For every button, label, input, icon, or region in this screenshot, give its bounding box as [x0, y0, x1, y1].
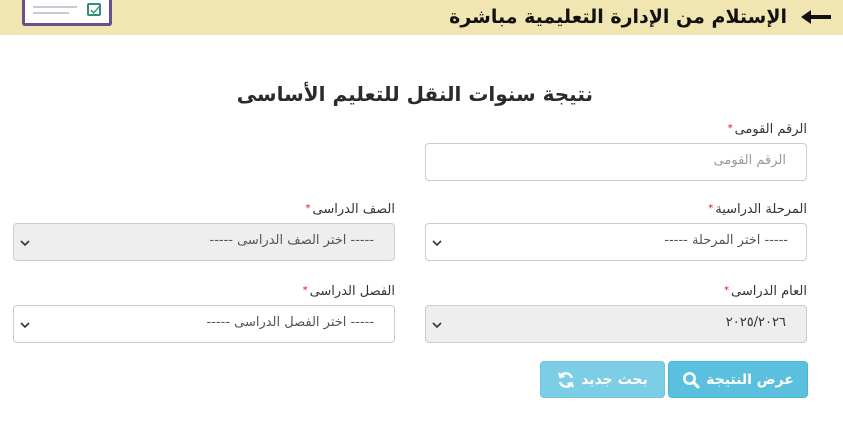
page: الإستلام من الإدارة التعليمية مباشرة نتي…	[0, 0, 843, 430]
grade-select-value: ----- اختر الصف الدراسى -----	[209, 233, 375, 248]
chevron-down-icon	[20, 240, 30, 247]
year-label: العام الدراسى*	[724, 284, 807, 299]
class-label: الفصل الدراسى*	[303, 284, 395, 299]
form-title: نتيجة سنوات النقل للتعليم الأساسى	[236, 82, 593, 106]
arrow-left-icon	[801, 10, 831, 24]
year-select[interactable]: ٢٠٢٥/٢٠٢٦	[425, 305, 807, 343]
chevron-down-icon	[432, 322, 442, 329]
required-mark: *	[302, 285, 308, 296]
checklist-logo-icon	[22, 0, 112, 26]
stage-label: المرحلة الدراسية*	[708, 202, 807, 217]
class-label-text: الفصل الدراسى	[309, 284, 395, 299]
logo-line	[33, 6, 77, 8]
new-search-button[interactable]: بحث جديد	[540, 361, 665, 398]
grade-select[interactable]: ----- اختر الصف الدراسى -----	[13, 223, 395, 261]
required-mark: *	[305, 203, 311, 214]
class-select-value: ----- اختر الفصل الدراسى -----	[206, 315, 374, 330]
national-id-placeholder: الرقم القومى	[713, 153, 786, 168]
logo-checkbox	[87, 3, 101, 16]
logo-line	[33, 12, 69, 14]
show-result-button[interactable]: عرض النتيجة	[668, 361, 808, 398]
stage-label-text: المرحلة الدراسية	[715, 202, 807, 217]
chevron-down-icon	[432, 240, 442, 247]
national-id-label-text: الرقم القومى	[734, 122, 807, 137]
grade-label: الصف الدراسى*	[306, 202, 395, 217]
required-mark: *	[727, 123, 733, 134]
banner-title: الإستلام من الإدارة التعليمية مباشرة	[449, 6, 787, 28]
chevron-down-icon	[20, 322, 30, 329]
stage-select[interactable]: ----- اختر المرحلة -----	[425, 223, 807, 261]
search-icon	[683, 371, 700, 388]
new-search-label: بحث جديد	[581, 371, 648, 388]
year-select-value: ٢٠٢٥/٢٠٢٦	[725, 315, 786, 330]
class-select[interactable]: ----- اختر الفصل الدراسى -----	[13, 305, 395, 343]
required-mark: *	[708, 203, 714, 214]
header-banner: الإستلام من الإدارة التعليمية مباشرة	[0, 0, 843, 35]
stage-select-value: ----- اختر المرحلة -----	[664, 233, 788, 248]
year-label-text: العام الدراسى	[730, 284, 807, 299]
national-id-label: الرقم القومى*	[728, 122, 807, 137]
show-result-label: عرض النتيجة	[706, 371, 794, 388]
refresh-icon	[558, 371, 575, 388]
grade-label-text: الصف الدراسى	[312, 202, 395, 217]
national-id-input[interactable]: الرقم القومى	[425, 143, 807, 181]
required-mark: *	[723, 285, 729, 296]
